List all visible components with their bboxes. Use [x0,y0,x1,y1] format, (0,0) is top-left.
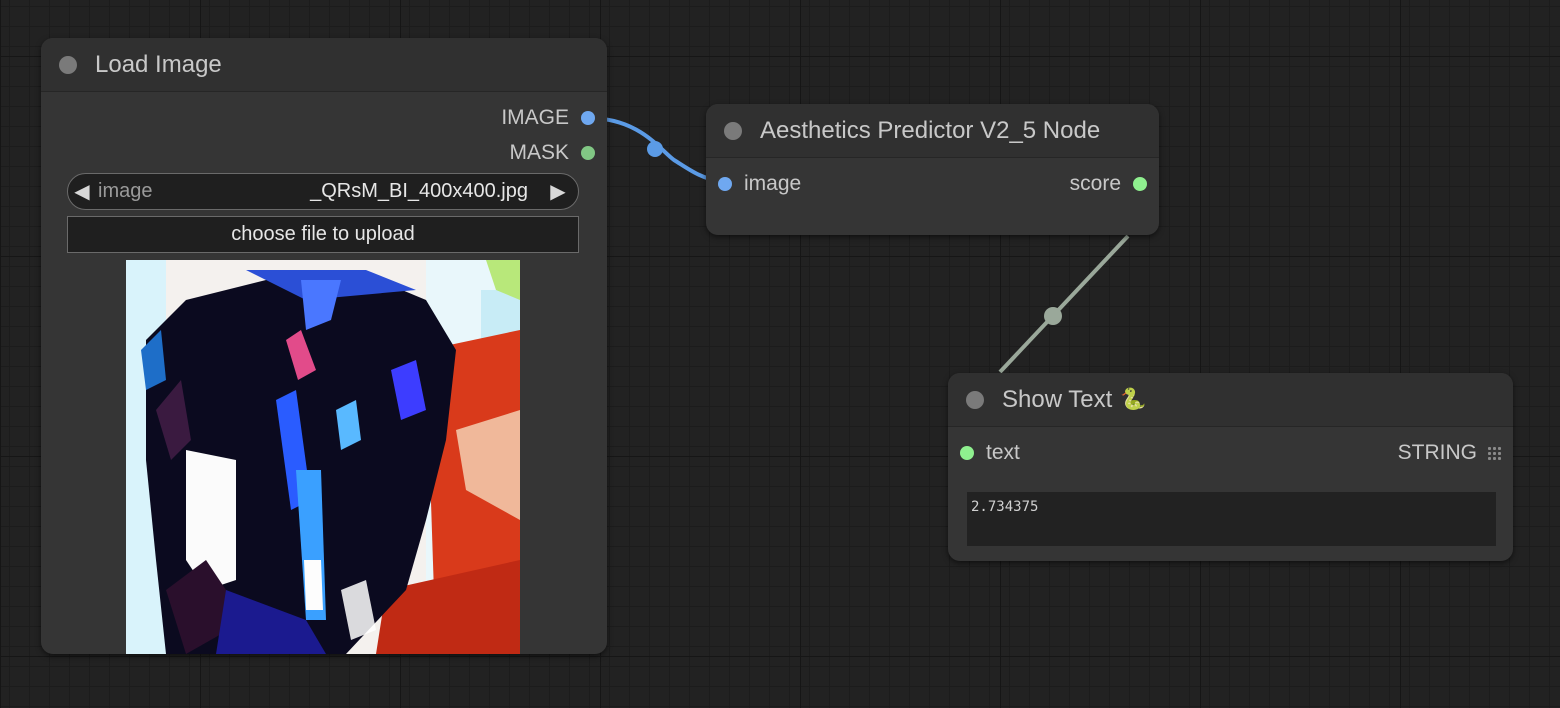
input-label: text [986,441,1020,464]
output-label: IMAGE [501,106,569,129]
aesthetics-title-bar[interactable]: Aesthetics Predictor V2_5 Node [706,104,1159,158]
graph-canvas[interactable]: Load Image IMAGE MASK ◀ image _QRsM_BI_4… [0,0,1560,708]
collapse-dot-icon[interactable] [59,55,77,74]
output-slot-image[interactable]: IMAGE [501,106,595,130]
list-output-grid-icon[interactable] [1487,446,1501,460]
output-label: STRING [1397,441,1477,464]
image-preview [126,260,520,654]
output-slot-score[interactable]: score [1070,172,1147,196]
image-input-dot-icon[interactable] [718,177,732,191]
load-image-node[interactable]: Load Image IMAGE MASK ◀ image _QRsM_BI_4… [41,38,607,654]
image-link-midpoint[interactable] [647,141,663,157]
input-slot-text[interactable]: text [960,441,1020,465]
output-label: MASK [509,141,569,164]
score-link-midpoint[interactable] [1044,307,1062,325]
load-image-title-bar[interactable]: Load Image [41,38,607,92]
next-arrow-icon[interactable]: ▶ [544,179,572,204]
collapse-dot-icon[interactable] [724,121,742,140]
show-text-title-bar[interactable]: Show Text 🐍 [948,373,1513,427]
combo-value: _QRsM_BI_400x400.jpg [310,180,528,202]
node-title: Load Image [95,50,222,78]
score-link[interactable] [998,234,1130,374]
text-display-field[interactable]: 2.734375 [967,492,1496,546]
aesthetics-predictor-node[interactable]: Aesthetics Predictor V2_5 Node image sco… [706,104,1159,235]
show-text-node[interactable]: Show Text 🐍 text STRING 2.734375 [948,373,1513,561]
image-output-dot-icon[interactable] [581,111,595,125]
text-input-dot-icon[interactable] [960,446,974,460]
preview-artwork [126,260,520,654]
node-title: Aesthetics Predictor V2_5 Node [760,116,1101,144]
node-title: Show Text [1002,385,1113,413]
output-slot-mask[interactable]: MASK [509,141,595,165]
collapse-dot-icon[interactable] [966,390,984,409]
input-label: image [744,172,802,195]
input-slot-image[interactable]: image [718,172,801,196]
image-combo-widget[interactable]: ◀ image _QRsM_BI_400x400.jpg ▶ [67,173,579,210]
combo-label: image [98,180,153,202]
mask-output-dot-icon[interactable] [581,146,595,160]
score-output-dot-icon[interactable] [1133,177,1147,191]
output-label: score [1069,172,1121,195]
prev-arrow-icon[interactable]: ◀ [68,179,96,204]
output-slot-string[interactable]: STRING [1398,441,1501,465]
snake-emoji-icon: 🐍 [1120,387,1147,411]
upload-button[interactable]: choose file to upload [67,216,579,253]
